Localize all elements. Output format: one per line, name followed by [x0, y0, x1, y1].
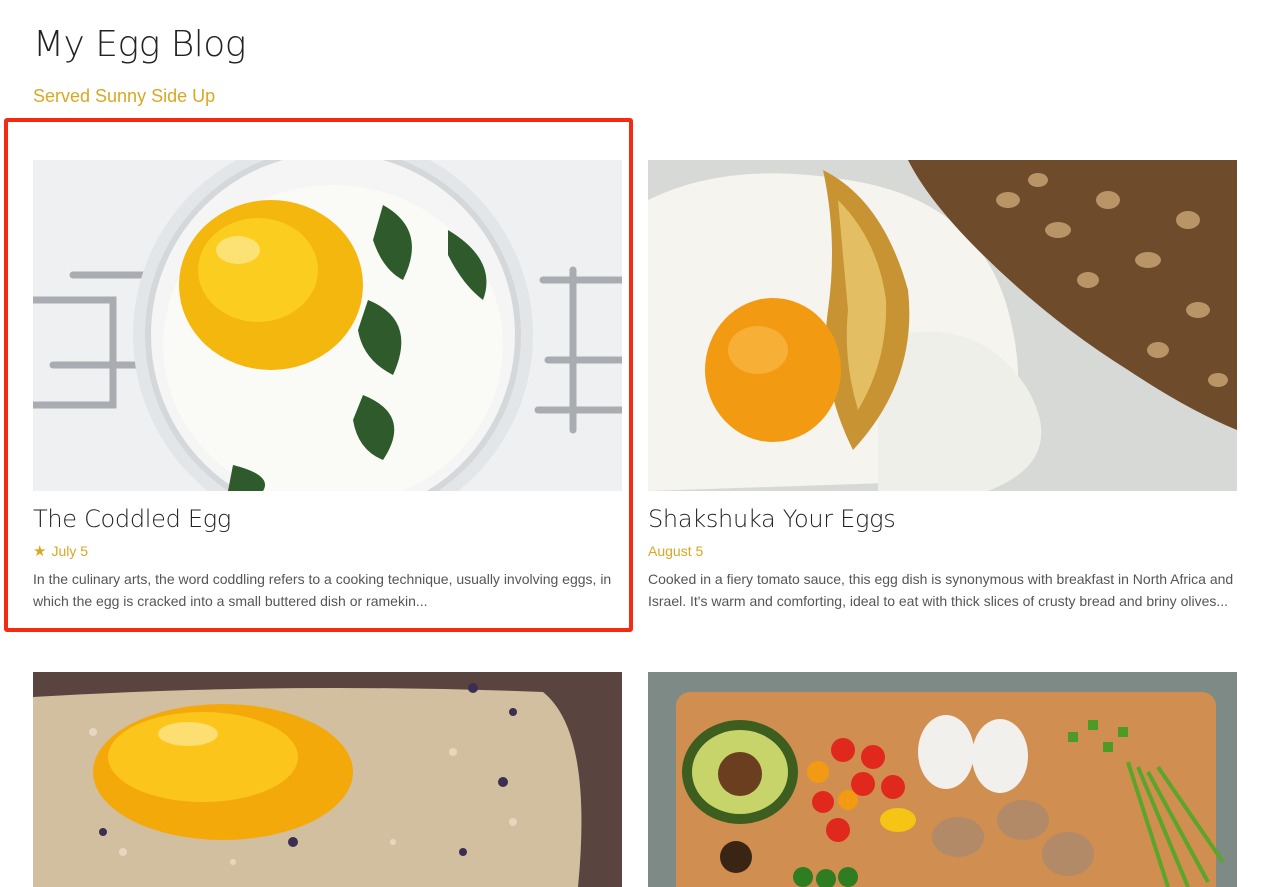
post-image-cutting-board[interactable]	[648, 672, 1237, 887]
post-title[interactable]: Shakshuka Your Eggs	[648, 505, 1237, 533]
post-date: August 5	[648, 543, 704, 559]
post-excerpt: In the culinary arts, the word coddling …	[33, 571, 612, 609]
site-tagline: Served Sunny Side Up	[33, 86, 216, 106]
post-date: July 5	[51, 543, 89, 559]
post-image-egg-toast[interactable]	[33, 672, 622, 887]
post-card-coddled-egg[interactable]: The Coddled Egg ★ July 5 In the culinary…	[33, 160, 622, 612]
site-title[interactable]: My Egg Blog	[33, 24, 246, 65]
post-excerpt: Cooked in a fiery tomato sauce, this egg…	[648, 571, 1234, 609]
post-card-cutting-board[interactable]	[648, 672, 1237, 887]
post-card-shakshuka[interactable]: Shakshuka Your Eggs August 5 Cooked in a…	[648, 160, 1237, 612]
post-card-egg-toast[interactable]	[33, 672, 622, 887]
post-image-shakshuka[interactable]	[648, 160, 1237, 491]
post-title[interactable]: The Coddled Egg	[33, 505, 622, 533]
post-meta: ★ July 5	[33, 543, 622, 559]
star-icon: ★	[33, 542, 47, 560]
post-image-coddled-egg[interactable]	[33, 160, 622, 491]
post-meta: August 5	[648, 543, 1237, 559]
